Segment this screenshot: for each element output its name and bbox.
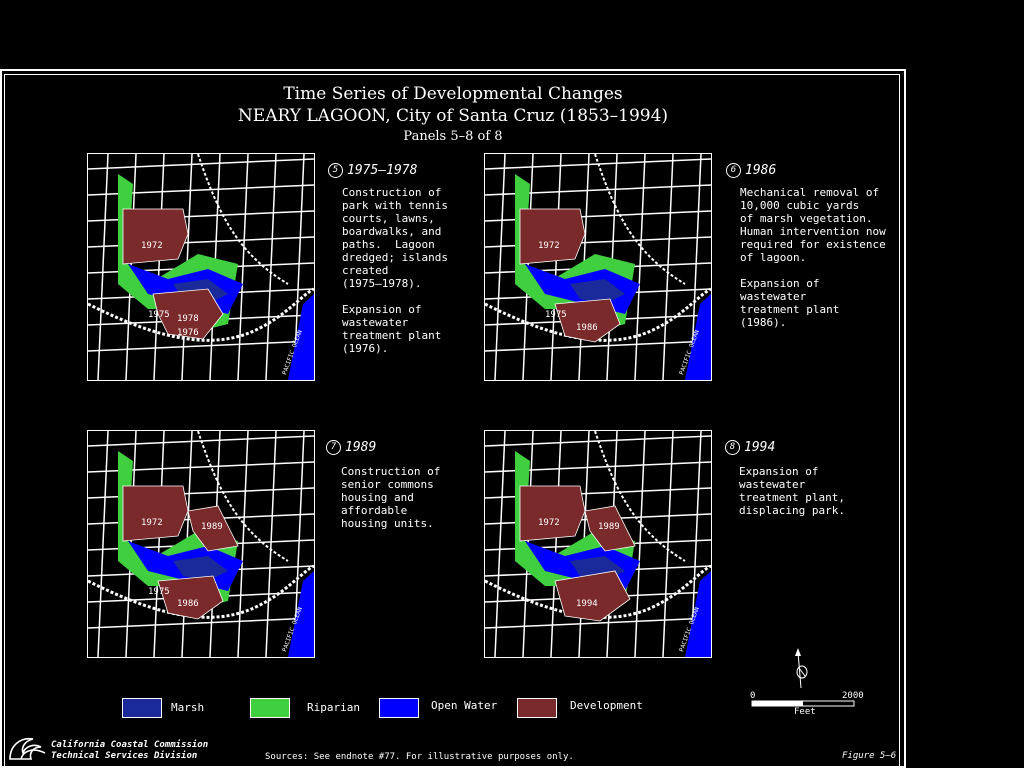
sources-note: Sources: See endnote #77. For illustrati… [265, 752, 574, 762]
street-line [550, 431, 562, 657]
street-line [265, 154, 277, 380]
street-line [88, 340, 314, 352]
panel-year-5: 1975–1978 [347, 163, 418, 178]
street-line [662, 154, 674, 380]
street-line [494, 154, 506, 380]
area-label: 1976 [177, 328, 199, 338]
map-drawing [88, 154, 314, 380]
north-arrow-icon [795, 648, 808, 689]
street-line [153, 154, 165, 380]
street-line [88, 617, 314, 629]
panel-text-6: Mechanical removal of 10,000 cubic yards… [740, 186, 886, 329]
panel-map-7 [87, 430, 315, 658]
area-label: 1978 [177, 314, 199, 324]
legend-swatch-riparian [250, 698, 290, 718]
panel-text-8: Expansion of wastewater treatment plant,… [739, 465, 845, 517]
street-line [153, 431, 165, 657]
coastal-commission-logo-icon [9, 737, 46, 760]
area-label: 1989 [598, 522, 620, 532]
street-line [494, 431, 506, 657]
legend-label-open-water: Open Water [431, 699, 498, 712]
panel-number-5: 5 [328, 163, 343, 178]
area-label: 1975 [148, 310, 170, 320]
map-drawing [485, 431, 711, 657]
street-line [550, 154, 562, 380]
organization-division: Technical Services Division [51, 751, 198, 761]
street-line [97, 154, 109, 380]
legend-label-marsh: Marsh [171, 701, 205, 714]
development-area [519, 208, 586, 265]
panel-number-7: 7 [326, 440, 341, 455]
panel-range: Panels 5–8 of 8 [403, 129, 503, 144]
area-label: 1986 [177, 599, 199, 609]
area-label: 1972 [538, 241, 560, 251]
street-line [485, 340, 711, 352]
area-label: 1975 [148, 587, 170, 597]
area-label: 1994 [576, 599, 598, 609]
scale-unit-label: Feet [794, 707, 816, 717]
panel-text-7: Construction of senior commons housing a… [341, 465, 441, 530]
development-area [122, 485, 189, 542]
street-line [97, 431, 109, 657]
panel-map-8 [484, 430, 712, 658]
area-label: 1972 [141, 518, 163, 528]
panel-number-8: 8 [725, 440, 740, 455]
panel-number-6: 6 [726, 163, 741, 178]
legend-swatch-open-water [379, 698, 419, 718]
organization-name: California Coastal Commission [51, 740, 209, 750]
figure-label: Figure 5–6 [842, 751, 897, 761]
area-label: 1986 [576, 323, 598, 333]
legend-label-riparian: Riparian [307, 701, 360, 714]
panel-header-5: 5 1975–1978 [328, 163, 417, 178]
panel-text-5: Construction of park with tennis courts,… [342, 186, 448, 355]
legend-swatch-development [517, 698, 557, 718]
panel-header-8: 8 1994 [725, 440, 775, 455]
map-subtitle: NEARY LAGOON, City of Santa Cruz (1853–1… [237, 106, 669, 126]
map-drawing [485, 154, 711, 380]
development-area [157, 575, 224, 620]
area-label: 1972 [141, 241, 163, 251]
panel-map-5 [87, 153, 315, 381]
area-label: 1989 [201, 522, 223, 532]
legend-label-development: Development [570, 699, 643, 712]
panel-year-6: 1986 [745, 163, 777, 178]
street-line [265, 431, 277, 657]
area-label: 1972 [538, 518, 560, 528]
map-drawing [88, 431, 314, 657]
panel-map-6 [484, 153, 712, 381]
panel-header-7: 7 1989 [326, 440, 376, 455]
development-area [519, 485, 586, 542]
street-line [662, 431, 674, 657]
panel-year-8: 1994 [744, 440, 776, 455]
panel-header-6: 6 1986 [726, 163, 776, 178]
development-area [554, 298, 621, 343]
legend-swatch-marsh [122, 698, 162, 718]
map-title: Time Series of Developmental Changes [283, 84, 623, 104]
development-area [122, 208, 189, 265]
panel-year-7: 1989 [345, 440, 377, 455]
area-label: 1975 [545, 310, 567, 320]
